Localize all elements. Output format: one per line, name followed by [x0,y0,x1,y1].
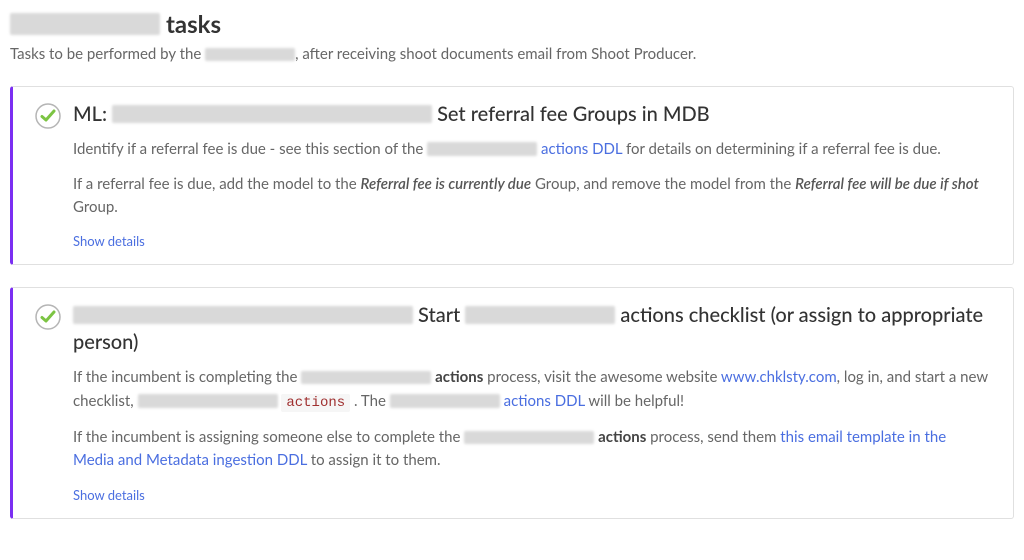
show-details-link[interactable]: Show details [73,233,145,249]
actions-ddl-link[interactable]: actions DDL [541,140,622,158]
page-title-suffix: tasks [166,10,221,39]
code-text: actions [281,394,350,412]
redacted-text [390,394,500,408]
redacted-text [464,431,594,445]
task-title: ML: Set referral fee Groups in MDB [73,101,991,128]
redacted-text [205,48,295,62]
task-card: ML: Set referral fee Groups in MDB Ident… [10,86,1014,266]
task-paragraph: If the incumbent is completing the actio… [73,366,991,414]
redacted-text [138,394,278,408]
task-paragraph: Identify if a referral fee is due - see … [73,138,991,161]
page-subtitle: Tasks to be performed by the , after rec… [10,43,1014,66]
redacted-text [301,371,431,385]
bold-text: actions [598,428,646,446]
redacted-text [427,142,537,156]
actions-ddl-link[interactable]: actions DDL [504,392,585,410]
redacted-text [73,306,413,324]
task-title: Start actions checklist (or assign to ap… [73,302,991,356]
check-icon [35,304,61,330]
redacted-text [112,105,432,123]
redacted-text [465,306,615,324]
show-details-link[interactable]: Show details [73,487,145,503]
task-paragraph: If a referral fee is due, add the model … [73,173,991,220]
task-paragraph: If the incumbent is assigning someone el… [73,426,991,473]
chklsty-link[interactable]: www.chklsty.com [721,368,837,386]
bold-text: actions [435,368,483,386]
emphasis-text: Referral fee will be due if shot [795,175,979,193]
emphasis-text: Referral fee is currently due [361,175,532,193]
page-title: tasks [10,10,1014,39]
redacted-text [10,13,160,35]
check-icon [35,103,61,129]
task-card: Start actions checklist (or assign to ap… [10,287,1014,518]
